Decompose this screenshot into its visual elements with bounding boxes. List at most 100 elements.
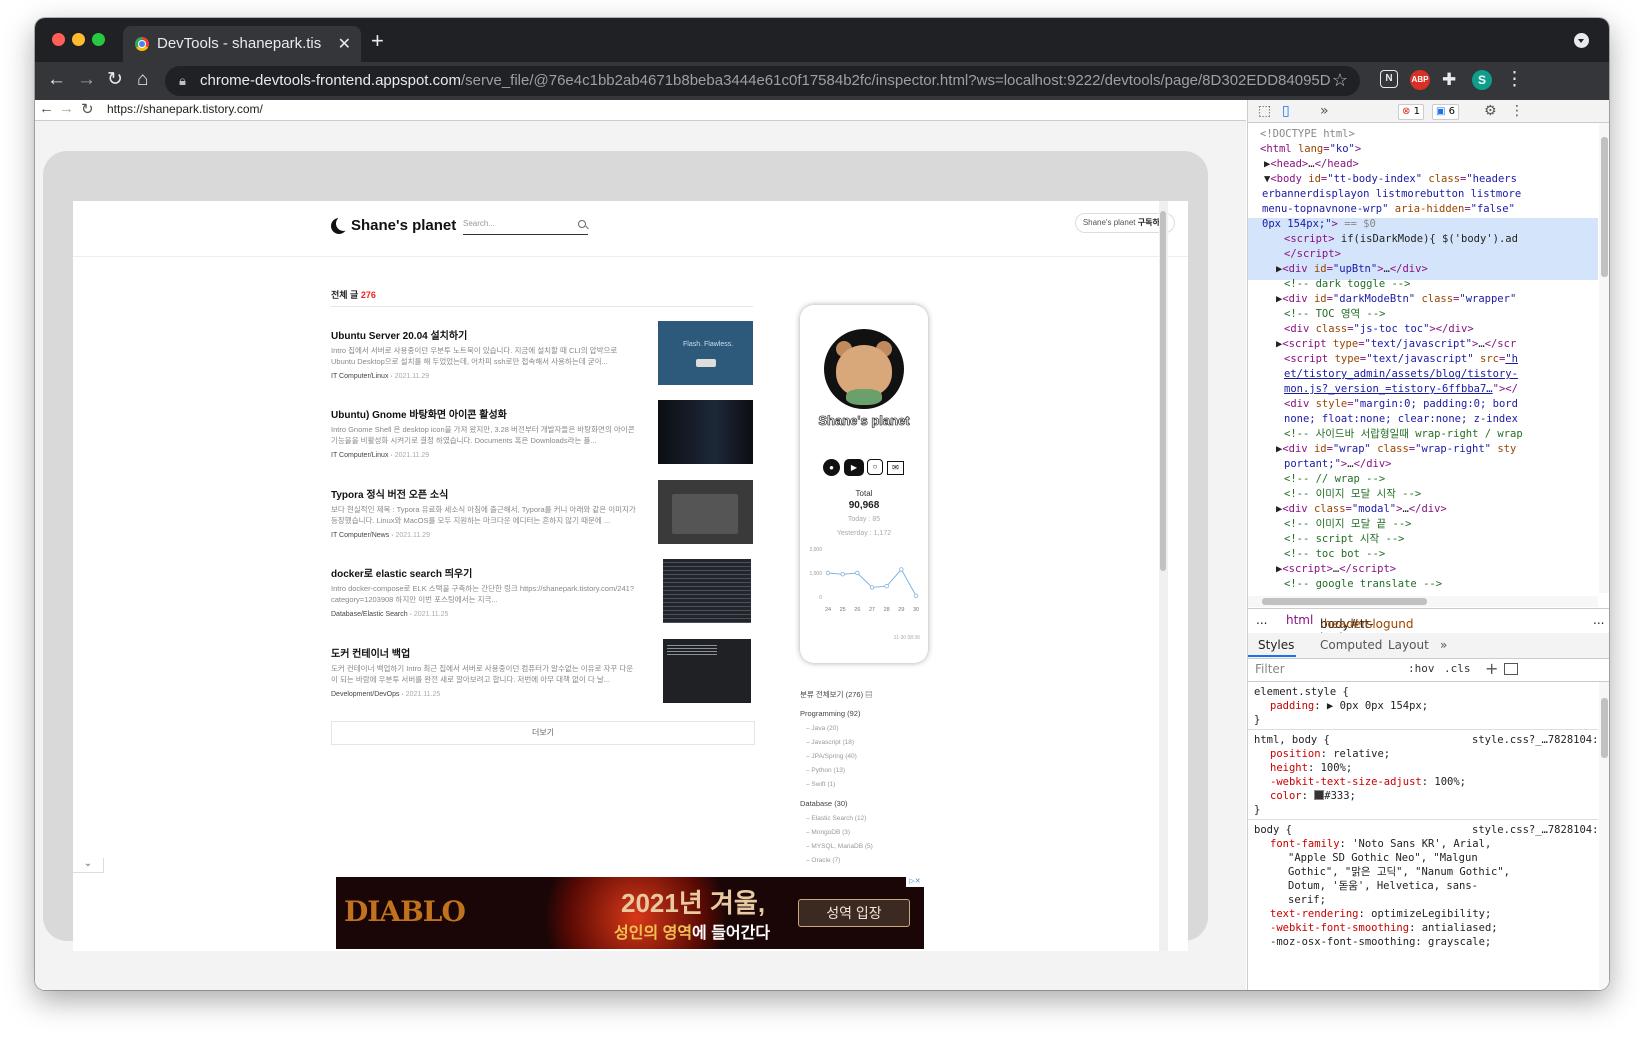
dom-line[interactable]: <!-- dark toggle --> xyxy=(1284,277,1410,292)
data-point[interactable] xyxy=(855,570,860,576)
address-url[interactable]: chrome-devtools-frontend.appspot.com/ser… xyxy=(200,72,1330,89)
home-icon[interactable]: ⌂ xyxy=(137,69,148,91)
post-item[interactable]: Ubuntu Server 20.04 설치하기 Intro 집에서 서버로 사… xyxy=(331,321,753,397)
screencast-reload-icon[interactable]: ↻ xyxy=(81,100,94,118)
elements-hscrollbar[interactable] xyxy=(1248,596,1598,607)
css-declaration[interactable]: position: relative; xyxy=(1270,748,1390,762)
dom-line[interactable]: ▶<div id="darkModeBtn" class="wrapper" xyxy=(1276,292,1516,307)
dom-line[interactable]: 0px 154px;"> == $0 xyxy=(1262,217,1376,232)
css-selector[interactable]: body { xyxy=(1254,824,1292,838)
mail-icon[interactable]: ✉ xyxy=(887,461,904,475)
css-declaration[interactable]: padding: ▶ 0px 0px 154px; xyxy=(1270,700,1428,714)
subcategory-item[interactable]: – MongoDB (3) xyxy=(806,829,850,836)
dom-line[interactable]: ▶<head>…</head> xyxy=(1264,157,1359,172)
subcategory-item[interactable]: – MYSQL, MariaDB (5) xyxy=(806,843,873,850)
css-declaration[interactable]: height: 100%; xyxy=(1270,762,1352,776)
css-selector[interactable]: html, body { xyxy=(1254,734,1330,748)
tab-close-icon[interactable]: ✕ xyxy=(338,34,351,54)
post-title[interactable]: Ubuntu) Gnome 바탕화면 아이콘 활성화 xyxy=(331,406,507,421)
ad-banner[interactable]: DIABLO 2021년 겨울, 성인의 영역에 들어간다 성역 입장 ▷✕ xyxy=(336,877,924,949)
dom-line[interactable]: ▶<div id="upBtn">…</div> xyxy=(1276,262,1428,277)
dom-line[interactable]: <div style="margin:0; padding:0; bord xyxy=(1284,397,1518,412)
dom-line[interactable]: menu-topnavnone-wrp" aria-hidden="false" xyxy=(1262,202,1515,217)
tab-search-icon[interactable] xyxy=(1574,33,1589,48)
page-scrollbar[interactable] xyxy=(1159,201,1168,951)
dark-mode-moon-icon[interactable] xyxy=(331,216,351,234)
subcategory-item[interactable]: – Oracle (7) xyxy=(806,857,840,864)
breadcrumb-html[interactable]: html xyxy=(1286,613,1313,627)
css-selector[interactable]: element.style { xyxy=(1254,686,1349,700)
lock-icon[interactable]: 🔒︎ xyxy=(179,73,186,89)
dom-line[interactable]: </script> xyxy=(1284,247,1341,262)
message-count-badge[interactable]: ▣ 6 xyxy=(1432,104,1460,120)
adblock-icon[interactable]: ABP xyxy=(1410,70,1430,90)
post-title[interactable]: 도커 컨테이너 백업 xyxy=(331,645,410,660)
post-title[interactable]: Ubuntu Server 20.04 설치하기 xyxy=(331,327,467,342)
dom-line[interactable]: portant;">…</div> xyxy=(1284,457,1392,472)
screencast-back-icon[interactable]: ← xyxy=(39,100,54,117)
breadcrumb-dots[interactable]: ... xyxy=(1256,613,1267,627)
dom-line[interactable]: <!-- 이미지 모달 끝 --> xyxy=(1284,517,1412,532)
subcategory-item[interactable]: – Elastic Search (12) xyxy=(806,815,866,822)
dom-line[interactable]: <script> if(isDarkMode){ $('body').ad xyxy=(1284,232,1518,247)
minimize-window-button[interactable] xyxy=(72,33,85,46)
data-point[interactable] xyxy=(913,593,919,598)
inspect-element-icon[interactable]: ⬚ xyxy=(1258,103,1271,119)
category-all[interactable]: 분류 전체보기 (276) ▤ xyxy=(800,689,873,700)
post-thumbnail[interactable] xyxy=(658,400,753,464)
zoom-window-button[interactable] xyxy=(92,33,105,46)
subcategory-item[interactable]: – Java (20) xyxy=(806,725,839,732)
more-panels-icon[interactable]: » xyxy=(1320,103,1329,119)
dom-line[interactable]: <html lang="ko"> xyxy=(1260,142,1361,157)
data-point[interactable] xyxy=(899,567,904,572)
collapse-chevron-icon[interactable]: ⌄ xyxy=(73,858,104,873)
tab-styles[interactable]: Styles xyxy=(1258,638,1294,652)
browser-tab[interactable]: DevTools - shanepark.tis ✕ xyxy=(123,26,361,62)
dom-line[interactable]: ▶<script>…</script> xyxy=(1276,562,1396,577)
filter-input[interactable]: Filter xyxy=(1255,662,1285,676)
address-bar[interactable]: 🔒︎ chrome-devtools-frontend.appspot.com/… xyxy=(165,66,1360,96)
toggle-sidebar-icon[interactable] xyxy=(1504,663,1518,675)
ad-choices-icon[interactable]: ▷✕ xyxy=(906,877,924,887)
dom-line[interactable]: <script type="text/javascript" src="h xyxy=(1284,352,1518,367)
post-thumbnail[interactable]: Flash. Flawless. xyxy=(658,321,753,385)
data-point[interactable] xyxy=(825,570,831,576)
youtube-icon[interactable]: ▶ xyxy=(844,459,864,476)
profile-avatar[interactable]: S xyxy=(1472,70,1492,90)
dom-line[interactable]: <div class="js-toc toc"></div> xyxy=(1284,322,1474,337)
extensions-puzzle-icon[interactable]: ✚ xyxy=(1442,69,1456,91)
dom-line[interactable]: <!-- 사이드바 서랍형일때 wrap-right / wrap xyxy=(1284,427,1523,442)
dom-line[interactable]: <!-- google translate --> xyxy=(1284,577,1442,592)
post-thumbnail[interactable] xyxy=(663,639,751,703)
extension-n-icon[interactable]: N xyxy=(1380,70,1398,88)
github-icon[interactable]: ● xyxy=(823,459,840,476)
dom-line[interactable]: <!-- 이미지 모달 시작 --> xyxy=(1284,487,1421,502)
post-title[interactable]: Typora 정식 버전 오픈 소식 xyxy=(331,486,448,501)
css-declaration[interactable]: color: #333; xyxy=(1270,790,1356,804)
dom-line[interactable]: <!-- // wrap --> xyxy=(1284,472,1385,487)
error-count-badge[interactable]: ⊗ 1 xyxy=(1398,104,1424,120)
dom-line[interactable]: et/tistory_admin/assets/blog/tistory- xyxy=(1284,367,1518,382)
data-point[interactable] xyxy=(840,572,845,577)
forward-arrow-icon[interactable]: → xyxy=(77,69,96,91)
chrome-menu-icon[interactable]: ⋮ xyxy=(1505,69,1524,91)
device-toolbar-icon[interactable]: ▯ xyxy=(1282,103,1290,119)
dom-line[interactable]: none; float:none; clear:none; z-index xyxy=(1284,412,1518,427)
post-item[interactable]: Ubuntu) Gnome 바탕화면 아이콘 활성화 Intro Gnome S… xyxy=(331,400,753,476)
dom-line[interactable]: <!-- TOC 영역 --> xyxy=(1284,307,1386,322)
dom-line[interactable]: <!DOCTYPE html> xyxy=(1260,127,1355,142)
bookmark-star-icon[interactable]: ☆ xyxy=(1332,70,1348,91)
dom-line-selected[interactable]: ▼<body id="tt-body-index" class="headers xyxy=(1264,172,1517,187)
data-point[interactable] xyxy=(884,584,889,589)
subcategory-item[interactable]: – Python (13) xyxy=(806,767,845,774)
post-title[interactable]: docker로 elastic search 띄우기 xyxy=(331,565,472,580)
blog-title[interactable]: Shane's planet xyxy=(351,217,456,234)
close-window-button[interactable] xyxy=(52,33,65,46)
devtools-menu-icon[interactable]: ⋮ xyxy=(1510,103,1524,119)
tab-computed[interactable]: Computed xyxy=(1320,638,1382,652)
screencast-url[interactable]: https://shanepark.tistory.com/ xyxy=(107,102,263,116)
subcategory-item[interactable]: – Swift (1) xyxy=(806,781,835,788)
elements-scrollbar[interactable] xyxy=(1599,123,1609,593)
dom-line[interactable]: <!-- script 시작 --> xyxy=(1284,532,1404,547)
load-more-button[interactable]: 더보기 xyxy=(331,721,755,745)
